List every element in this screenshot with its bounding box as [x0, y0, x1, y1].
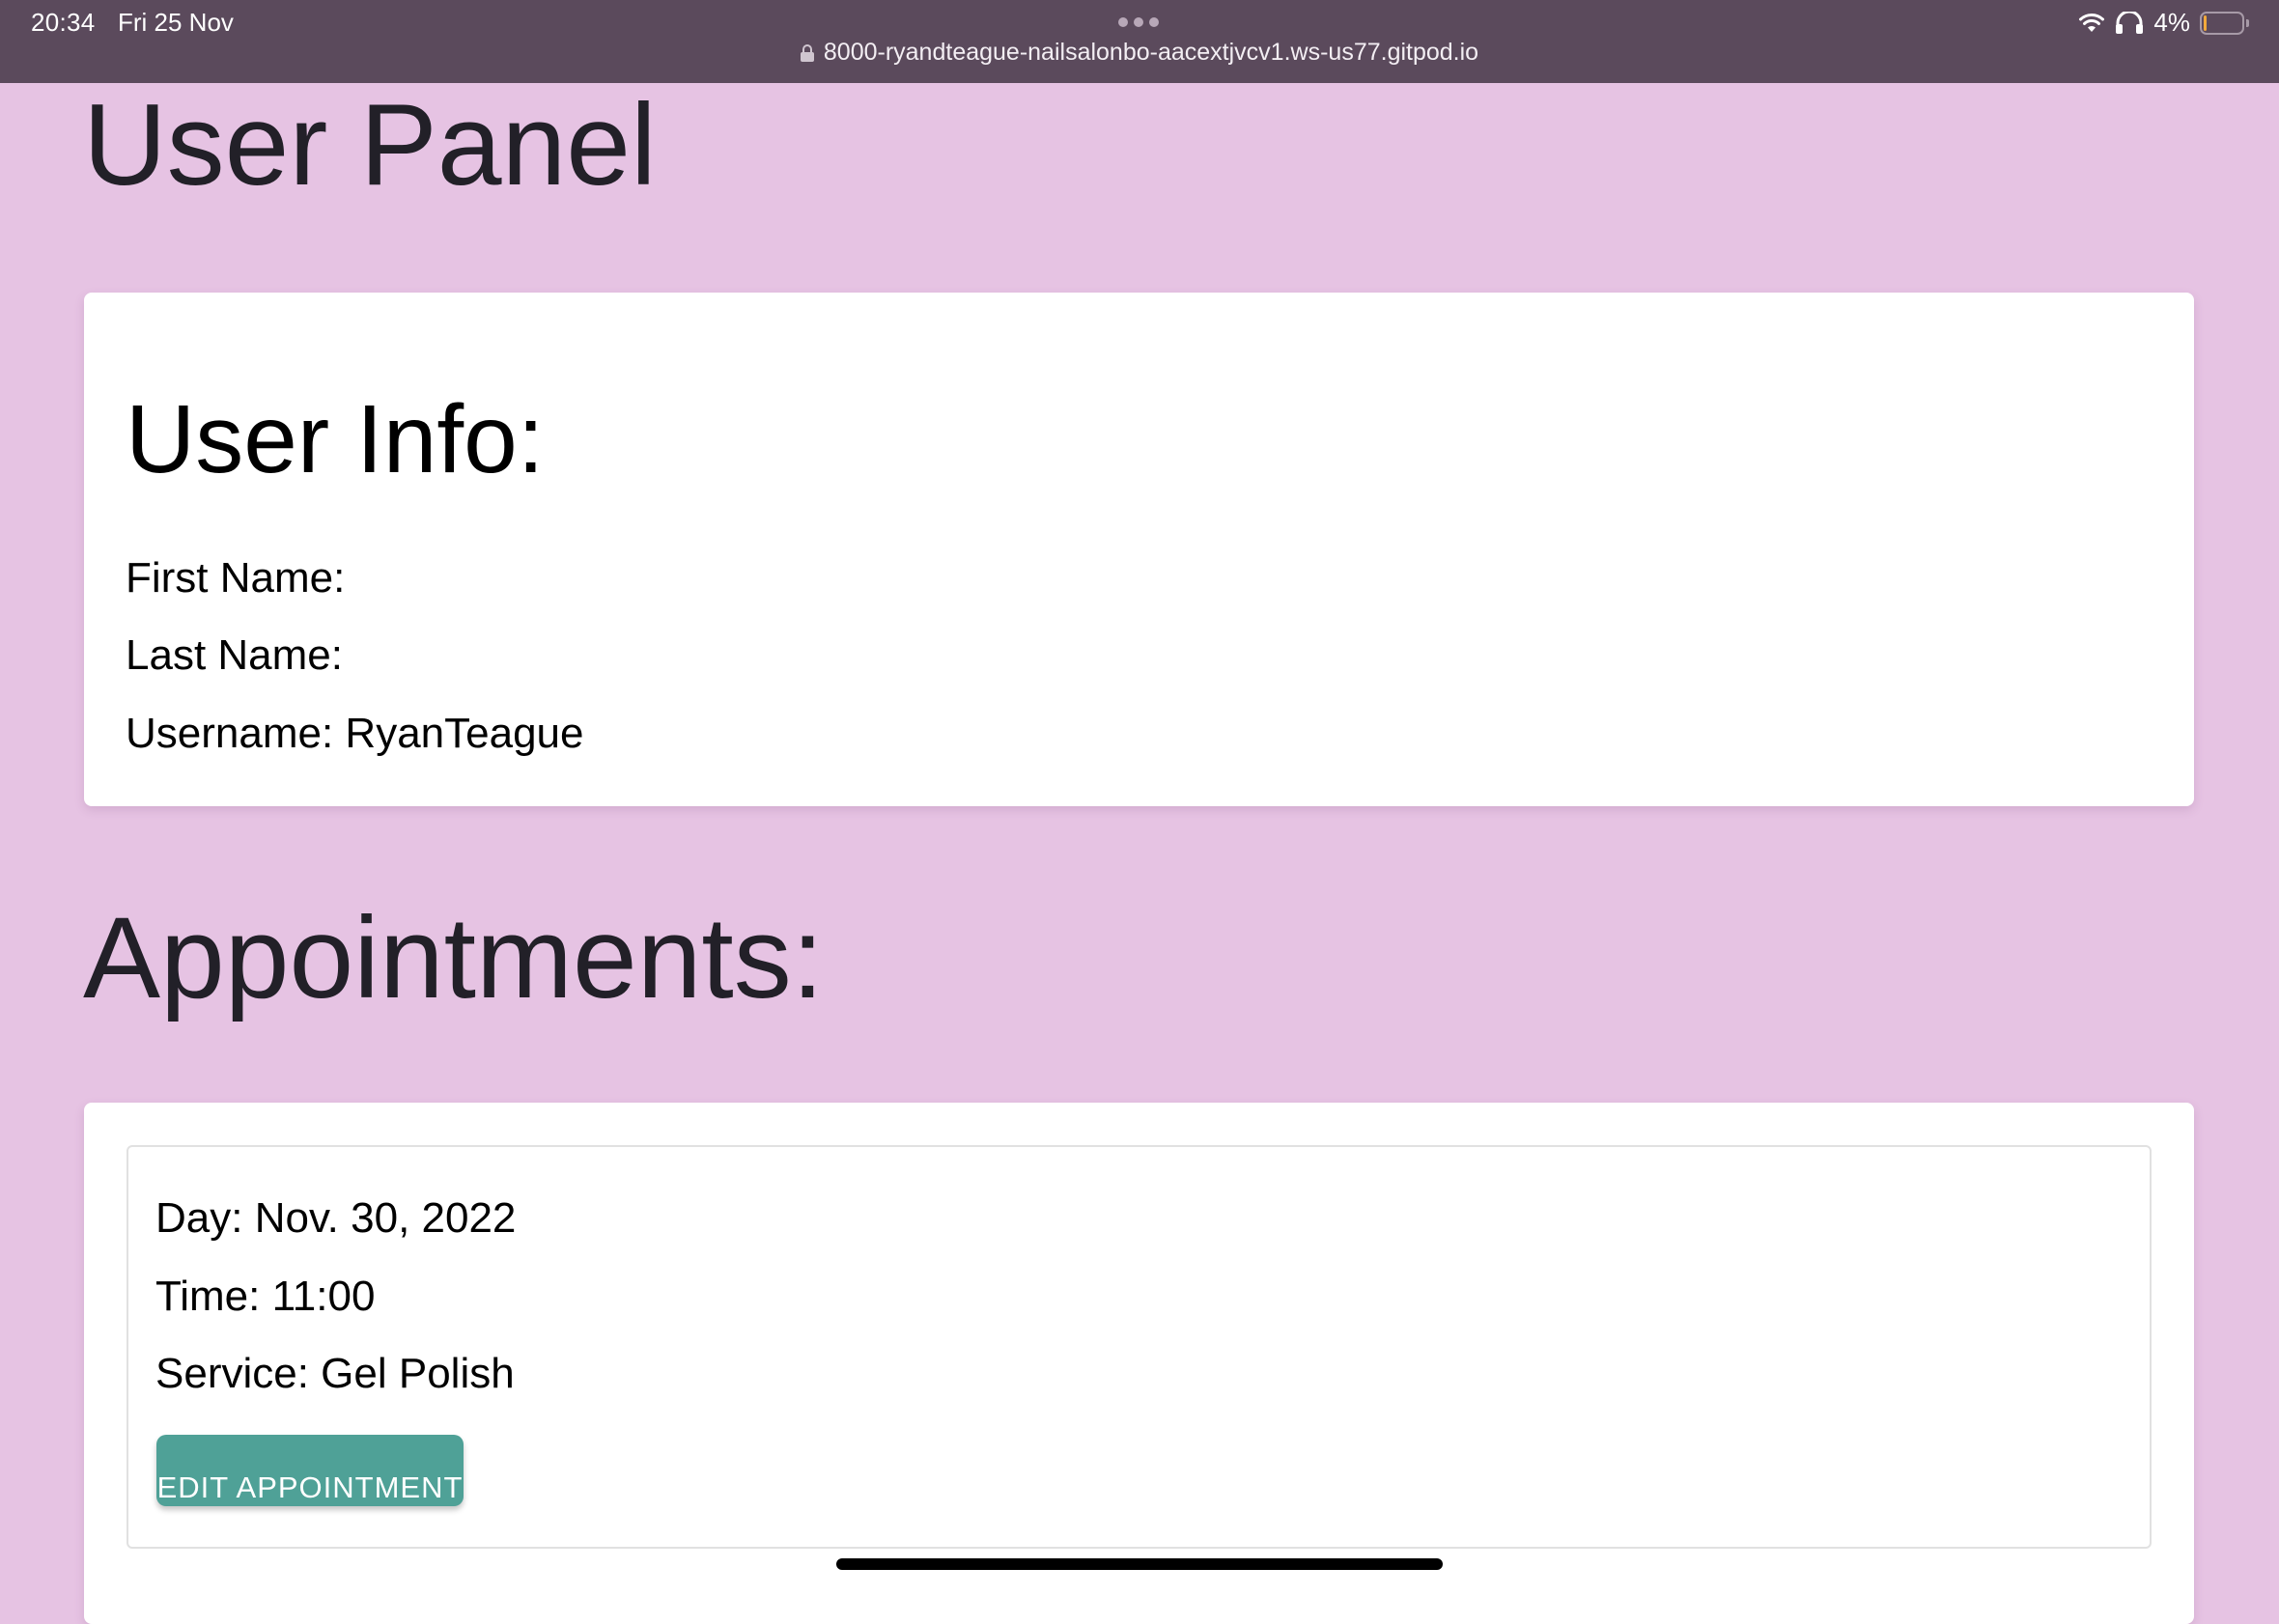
address-bar[interactable]: 8000-ryandteague-nailsalonbo-aacextjvcv1… — [0, 39, 2279, 67]
user-info-heading: User Info: — [126, 385, 545, 493]
lock-icon — [800, 43, 814, 62]
first-name-field: First Name: — [126, 554, 346, 602]
appointment-item: Day: Nov. 30, 2022 Time: 11:00 Service: … — [127, 1145, 2152, 1549]
battery-level-fill — [2204, 14, 2207, 31]
appointments-heading: Appointments: — [83, 893, 825, 1022]
more-dots-icon[interactable] — [1118, 17, 1159, 27]
url-text[interactable]: 8000-ryandteague-nailsalonbo-aacextjvcv1… — [824, 39, 1478, 67]
browser-status-bar: 20:34 Fri 25 Nov 8000-ryandteague-nailsa… — [0, 0, 2279, 83]
battery-icon — [2200, 11, 2250, 35]
last-name-field: Last Name: — [126, 631, 343, 679]
home-indicator[interactable] — [836, 1558, 1443, 1570]
wifi-icon — [2079, 13, 2105, 32]
user-info-card: User Info: First Name: Last Name: Userna… — [84, 293, 2194, 806]
appointment-time: Time: 11:00 — [155, 1273, 376, 1320]
battery-percent: 4% — [2153, 8, 2190, 37]
headphones-icon — [2116, 11, 2144, 34]
page-title: User Panel — [83, 80, 657, 210]
appointment-day: Day: Nov. 30, 2022 — [155, 1194, 517, 1242]
edit-appointment-button[interactable]: EDIT APPOINTMENT — [156, 1435, 464, 1506]
status-time: 20:34 — [31, 8, 96, 37]
status-indicators: 4% — [2078, 8, 2250, 38]
username-field: Username: RyanTeague — [126, 710, 584, 757]
appointment-service: Service: Gel Polish — [155, 1350, 515, 1397]
appointments-card: Day: Nov. 30, 2022 Time: 11:00 Service: … — [84, 1103, 2194, 1624]
status-date: Fri 25 Nov — [118, 8, 234, 37]
